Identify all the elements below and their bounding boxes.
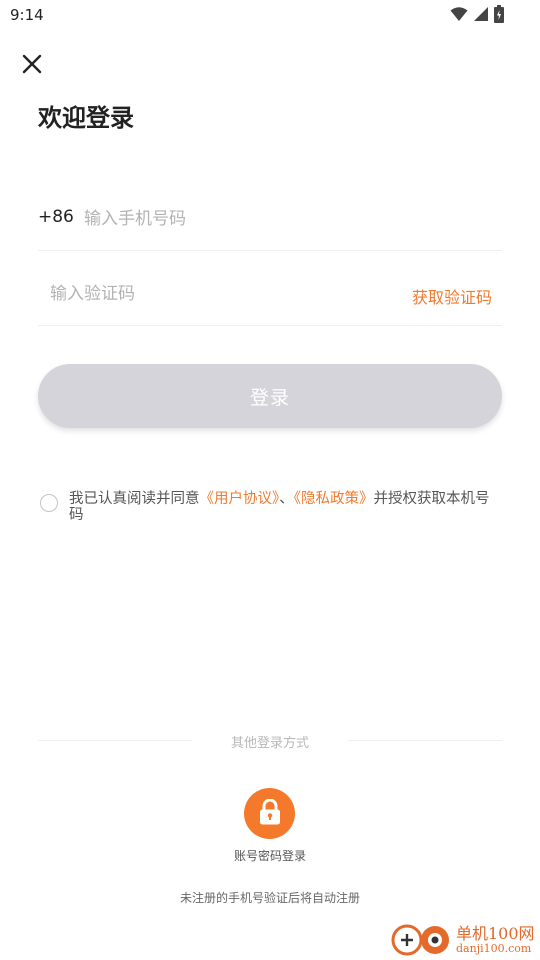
page-title: 欢迎登录 <box>38 104 134 132</box>
privacy-policy-link[interactable]: 《隐私政策》 <box>294 491 374 507</box>
divider <box>38 325 502 326</box>
status-icons <box>450 5 504 27</box>
login-screen: 9:14 欢迎登录 +86 获取验证码 登录 <box>0 0 540 960</box>
password-login-label: 账号密码登录 <box>233 849 306 863</box>
battery-icon <box>494 5 504 27</box>
wifi-icon <box>450 6 468 26</box>
status-bar: 9:14 <box>0 0 540 30</box>
watermark-title: 单机100网 <box>456 924 535 943</box>
watermark-url: danji100.com <box>456 942 532 955</box>
lock-icon <box>258 798 282 829</box>
code-row: 获取验证码 <box>38 270 502 326</box>
user-agreement-link[interactable]: 《用户协议》 <box>200 491 280 507</box>
country-code[interactable]: +86 <box>38 207 74 227</box>
password-login-circle[interactable] <box>244 788 295 839</box>
other-login-title: 其他登录方式 <box>230 736 309 751</box>
watermark: 单机100网 danji100.com <box>390 918 540 960</box>
close-icon <box>18 54 46 82</box>
divider <box>38 250 502 251</box>
watermark-logo-icon <box>390 924 456 960</box>
divider-right <box>348 740 502 741</box>
phone-input[interactable] <box>84 201 484 237</box>
agreement-separator: 、 <box>279 491 294 507</box>
footer-note: 未注册的手机号验证后将自动注册 <box>179 891 360 905</box>
agreement-prefix: 我已认真阅读并同意 <box>69 491 200 507</box>
login-button[interactable]: 登录 <box>38 364 502 428</box>
signal-icon <box>473 6 489 26</box>
close-button[interactable] <box>18 50 46 78</box>
verification-code-input[interactable] <box>50 276 350 312</box>
get-code-button[interactable]: 获取验证码 <box>412 284 492 308</box>
agreement-text: 我已认真阅读并同意《用户协议》、《隐私政策》并授权获取本机号码 <box>69 491 501 523</box>
status-time: 9:14 <box>10 6 44 24</box>
password-login-button[interactable]: 账号密码登录 <box>220 788 320 868</box>
agreement-checkbox[interactable] <box>40 494 58 512</box>
phone-row: +86 <box>38 195 502 251</box>
